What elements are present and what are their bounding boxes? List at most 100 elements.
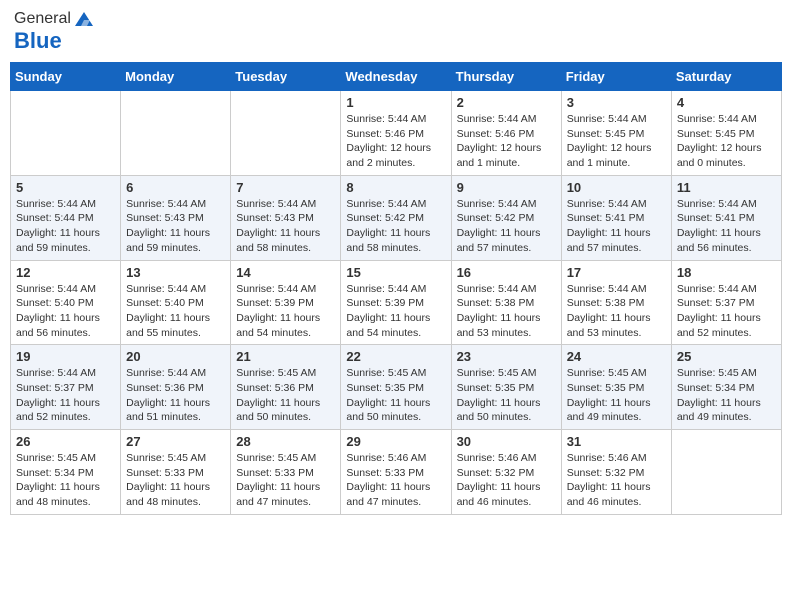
calendar-cell: 26Sunrise: 5:45 AM Sunset: 5:34 PM Dayli… bbox=[11, 430, 121, 515]
calendar-cell: 14 Sunrise: 5:44 AM Sunset: 5:39 PM Dayli… bbox=[231, 260, 341, 345]
day-number: 4 bbox=[677, 95, 776, 110]
day-info: Sunrise: 5:45 AM Sunset: 5:35 PM Dayligh… bbox=[567, 366, 666, 425]
day-number: 19 bbox=[16, 349, 115, 364]
calendar-week-row: 12 Sunrise: 5:44 AM Sunset: 5:40 PM Dayli… bbox=[11, 260, 782, 345]
day-info: Sunrise: 5:44 AM Sunset: 5:42 PM Dayligh… bbox=[457, 197, 556, 256]
day-info: Sunrise: 5:45 AM Sunset: 5:33 PM Dayligh… bbox=[126, 451, 225, 510]
calendar-cell: 13 Sunrise: 5:44 AM Sunset: 5:40 PM Dayli… bbox=[121, 260, 231, 345]
day-number: 5 bbox=[16, 180, 115, 195]
calendar-week-row: 26Sunrise: 5:45 AM Sunset: 5:34 PM Dayli… bbox=[11, 430, 782, 515]
day-info: Sunrise: 5:45 AM Sunset: 5:33 PM Dayligh… bbox=[236, 451, 335, 510]
logo: General Blue bbox=[14, 10, 95, 54]
day-number: 3 bbox=[567, 95, 666, 110]
calendar-cell: 18Sunrise: 5:44 AM Sunset: 5:37 PM Dayli… bbox=[671, 260, 781, 345]
calendar-cell: 23Sunrise: 5:45 AM Sunset: 5:35 PM Dayli… bbox=[451, 345, 561, 430]
day-info: Sunrise: 5:44 AM Sunset: 5:39 PM Dayligh… bbox=[346, 282, 445, 341]
calendar-cell: 30Sunrise: 5:46 AM Sunset: 5:32 PM Dayli… bbox=[451, 430, 561, 515]
day-info: Sunrise: 5:45 AM Sunset: 5:35 PM Dayligh… bbox=[457, 366, 556, 425]
day-info: Sunrise: 5:44 AM Sunset: 5:46 PM Dayligh… bbox=[457, 112, 556, 171]
calendar-cell: 27Sunrise: 5:45 AM Sunset: 5:33 PM Dayli… bbox=[121, 430, 231, 515]
calendar-cell: 31 Sunrise: 5:46 AM Sunset: 5:32 PM Dayli… bbox=[561, 430, 671, 515]
day-info: Sunrise: 5:44 AM Sunset: 5:41 PM Dayligh… bbox=[677, 197, 776, 256]
day-number: 21 bbox=[236, 349, 335, 364]
day-info: Sunrise: 5:44 AM Sunset: 5:43 PM Dayligh… bbox=[126, 197, 225, 256]
calendar-cell: 5Sunrise: 5:44 AM Sunset: 5:44 PM Daylig… bbox=[11, 175, 121, 260]
day-header-tuesday: Tuesday bbox=[231, 63, 341, 91]
calendar-cell: 1 Sunrise: 5:44 AM Sunset: 5:46 PM Daylig… bbox=[341, 91, 451, 176]
day-number: 14 bbox=[236, 265, 335, 280]
day-header-thursday: Thursday bbox=[451, 63, 561, 91]
day-info: Sunrise: 5:44 AM Sunset: 5:45 PM Dayligh… bbox=[567, 112, 666, 171]
day-info: Sunrise: 5:45 AM Sunset: 5:35 PM Dayligh… bbox=[346, 366, 445, 425]
calendar-cell bbox=[121, 91, 231, 176]
day-header-wednesday: Wednesday bbox=[341, 63, 451, 91]
day-info: Sunrise: 5:44 AM Sunset: 5:38 PM Dayligh… bbox=[457, 282, 556, 341]
day-info: Sunrise: 5:44 AM Sunset: 5:38 PM Dayligh… bbox=[567, 282, 666, 341]
day-number: 9 bbox=[457, 180, 556, 195]
day-number: 17 bbox=[567, 265, 666, 280]
calendar-cell: 20 Sunrise: 5:44 AM Sunset: 5:36 PM Dayli… bbox=[121, 345, 231, 430]
day-info: Sunrise: 5:44 AM Sunset: 5:46 PM Dayligh… bbox=[346, 112, 445, 171]
calendar-cell: 12Sunrise: 5:44 AM Sunset: 5:40 PM Dayli… bbox=[11, 260, 121, 345]
day-info: Sunrise: 5:44 AM Sunset: 5:37 PM Dayligh… bbox=[677, 282, 776, 341]
day-number: 29 bbox=[346, 434, 445, 449]
calendar-cell: 4 Sunrise: 5:44 AM Sunset: 5:45 PM Daylig… bbox=[671, 91, 781, 176]
calendar-cell: 15Sunrise: 5:44 AM Sunset: 5:39 PM Dayli… bbox=[341, 260, 451, 345]
day-info: Sunrise: 5:46 AM Sunset: 5:33 PM Dayligh… bbox=[346, 451, 445, 510]
day-info: Sunrise: 5:44 AM Sunset: 5:39 PM Dayligh… bbox=[236, 282, 335, 341]
calendar-cell: 3 Sunrise: 5:44 AM Sunset: 5:45 PM Daylig… bbox=[561, 91, 671, 176]
day-header-sunday: Sunday bbox=[11, 63, 121, 91]
day-number: 31 bbox=[567, 434, 666, 449]
calendar-cell: 2 Sunrise: 5:44 AM Sunset: 5:46 PM Daylig… bbox=[451, 91, 561, 176]
day-number: 13 bbox=[126, 265, 225, 280]
calendar-cell: 28 Sunrise: 5:45 AM Sunset: 5:33 PM Dayli… bbox=[231, 430, 341, 515]
calendar-week-row: 1 Sunrise: 5:44 AM Sunset: 5:46 PM Daylig… bbox=[11, 91, 782, 176]
page-header: General Blue bbox=[10, 10, 782, 54]
day-header-saturday: Saturday bbox=[671, 63, 781, 91]
day-info: Sunrise: 5:45 AM Sunset: 5:34 PM Dayligh… bbox=[677, 366, 776, 425]
calendar-cell bbox=[11, 91, 121, 176]
day-info: Sunrise: 5:44 AM Sunset: 5:37 PM Dayligh… bbox=[16, 366, 115, 425]
day-number: 10 bbox=[567, 180, 666, 195]
day-info: Sunrise: 5:44 AM Sunset: 5:43 PM Dayligh… bbox=[236, 197, 335, 256]
calendar-week-row: 19 Sunrise: 5:44 AM Sunset: 5:37 PM Dayli… bbox=[11, 345, 782, 430]
day-info: Sunrise: 5:45 AM Sunset: 5:36 PM Dayligh… bbox=[236, 366, 335, 425]
calendar-cell: 6 Sunrise: 5:44 AM Sunset: 5:43 PM Daylig… bbox=[121, 175, 231, 260]
calendar-cell: 8 Sunrise: 5:44 AM Sunset: 5:42 PM Daylig… bbox=[341, 175, 451, 260]
day-number: 1 bbox=[346, 95, 445, 110]
calendar-cell: 10 Sunrise: 5:44 AM Sunset: 5:41 PM Dayli… bbox=[561, 175, 671, 260]
day-info: Sunrise: 5:44 AM Sunset: 5:41 PM Dayligh… bbox=[567, 197, 666, 256]
day-number: 12 bbox=[16, 265, 115, 280]
day-info: Sunrise: 5:44 AM Sunset: 5:40 PM Dayligh… bbox=[126, 282, 225, 341]
calendar-cell: 22 Sunrise: 5:45 AM Sunset: 5:35 PM Dayli… bbox=[341, 345, 451, 430]
day-number: 6 bbox=[126, 180, 225, 195]
logo-icon bbox=[73, 10, 95, 28]
calendar-cell: 21 Sunrise: 5:45 AM Sunset: 5:36 PM Dayli… bbox=[231, 345, 341, 430]
calendar-cell: 29 Sunrise: 5:46 AM Sunset: 5:33 PM Dayli… bbox=[341, 430, 451, 515]
day-number: 20 bbox=[126, 349, 225, 364]
calendar-cell: 24Sunrise: 5:45 AM Sunset: 5:35 PM Dayli… bbox=[561, 345, 671, 430]
day-info: Sunrise: 5:44 AM Sunset: 5:45 PM Dayligh… bbox=[677, 112, 776, 171]
day-number: 25 bbox=[677, 349, 776, 364]
day-info: Sunrise: 5:44 AM Sunset: 5:36 PM Dayligh… bbox=[126, 366, 225, 425]
day-info: Sunrise: 5:46 AM Sunset: 5:32 PM Dayligh… bbox=[567, 451, 666, 510]
calendar-cell: 16Sunrise: 5:44 AM Sunset: 5:38 PM Dayli… bbox=[451, 260, 561, 345]
day-number: 8 bbox=[346, 180, 445, 195]
day-number: 30 bbox=[457, 434, 556, 449]
day-number: 7 bbox=[236, 180, 335, 195]
calendar-cell: 11Sunrise: 5:44 AM Sunset: 5:41 PM Dayli… bbox=[671, 175, 781, 260]
calendar-cell: 19 Sunrise: 5:44 AM Sunset: 5:37 PM Dayli… bbox=[11, 345, 121, 430]
day-info: Sunrise: 5:44 AM Sunset: 5:42 PM Dayligh… bbox=[346, 197, 445, 256]
logo-blue-text: Blue bbox=[14, 28, 62, 53]
calendar-cell: 17 Sunrise: 5:44 AM Sunset: 5:38 PM Dayli… bbox=[561, 260, 671, 345]
calendar-table: SundayMondayTuesdayWednesdayThursdayFrid… bbox=[10, 62, 782, 515]
calendar-header-row: SundayMondayTuesdayWednesdayThursdayFrid… bbox=[11, 63, 782, 91]
day-header-monday: Monday bbox=[121, 63, 231, 91]
calendar-cell: 25 Sunrise: 5:45 AM Sunset: 5:34 PM Dayli… bbox=[671, 345, 781, 430]
day-number: 28 bbox=[236, 434, 335, 449]
calendar-week-row: 5Sunrise: 5:44 AM Sunset: 5:44 PM Daylig… bbox=[11, 175, 782, 260]
day-number: 2 bbox=[457, 95, 556, 110]
calendar-cell: 9 Sunrise: 5:44 AM Sunset: 5:42 PM Daylig… bbox=[451, 175, 561, 260]
day-number: 22 bbox=[346, 349, 445, 364]
day-header-friday: Friday bbox=[561, 63, 671, 91]
